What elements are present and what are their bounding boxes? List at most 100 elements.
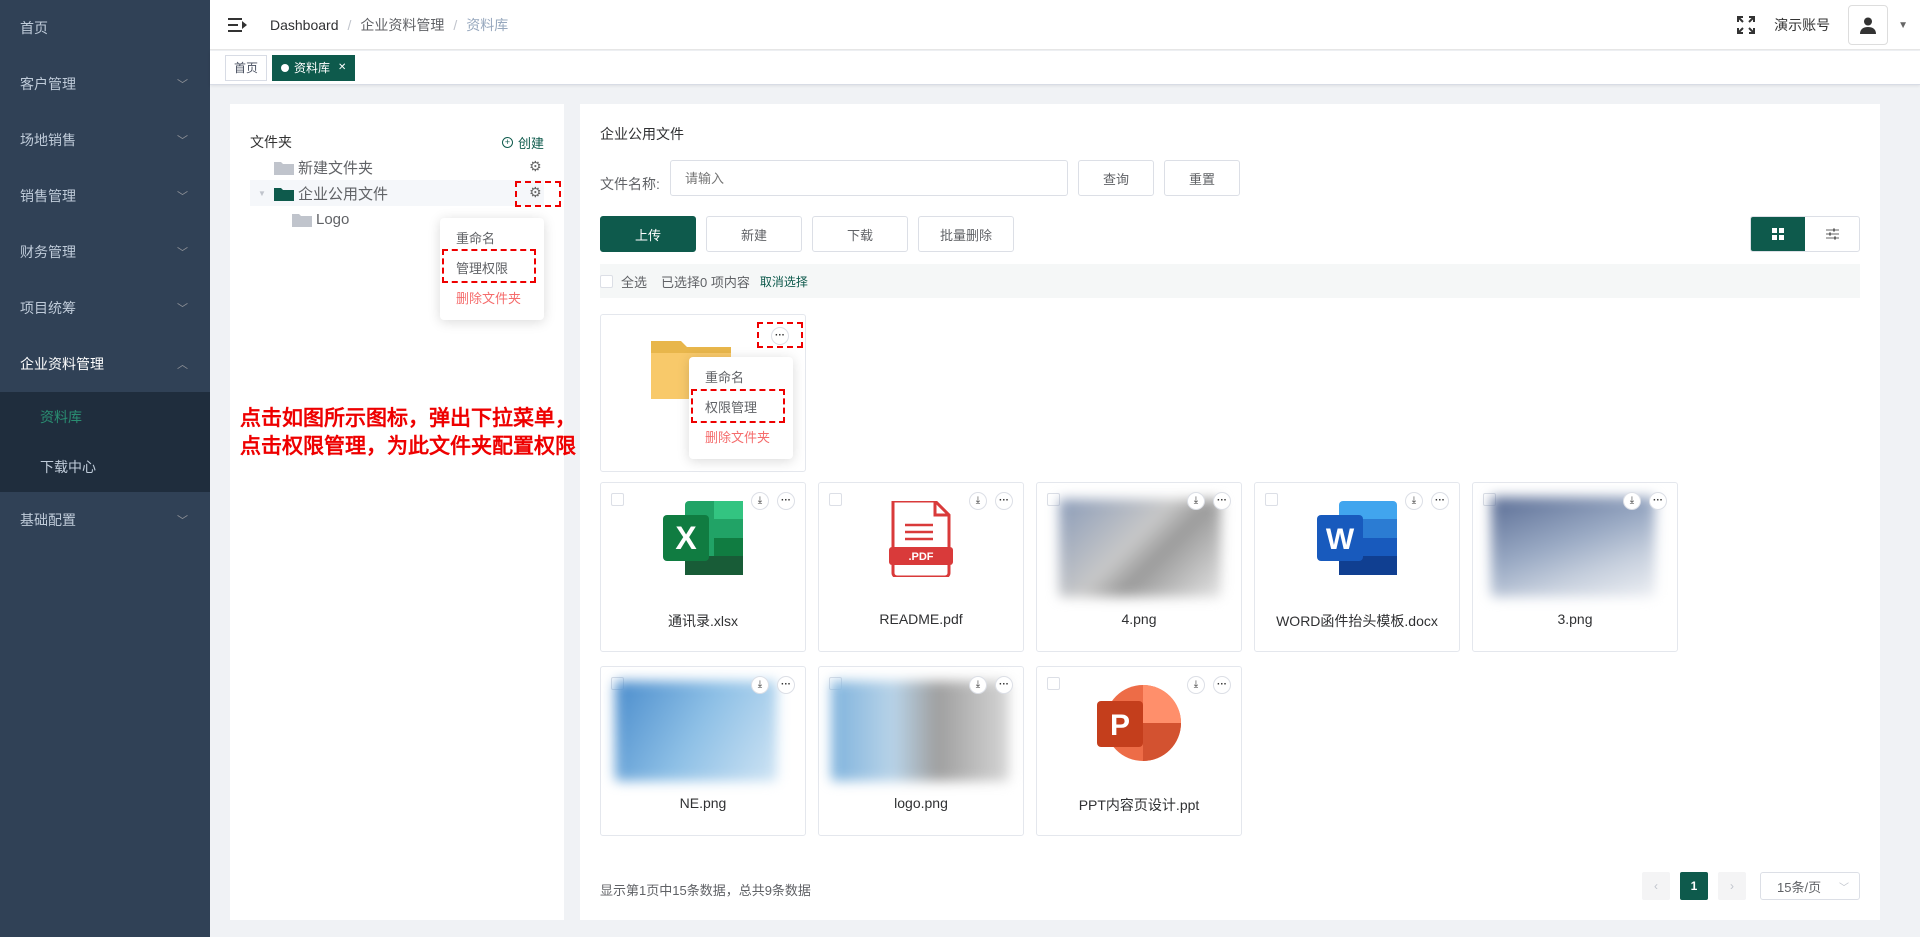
file-checkbox[interactable] xyxy=(611,493,624,506)
more-icon[interactable]: ··· xyxy=(995,492,1013,510)
search-input[interactable] xyxy=(670,160,1068,196)
page-size-select[interactable]: 15条/页 ﹀ xyxy=(1760,872,1860,900)
chevron-down-icon: ﹀ xyxy=(177,135,188,147)
file-card[interactable]: ⤓ ··· X 通讯录.xlsx xyxy=(600,482,806,652)
svg-text:P: P xyxy=(1110,709,1130,742)
cancel-selection-link[interactable]: 取消选择 xyxy=(760,273,808,290)
image-thumbnail xyxy=(831,681,1009,781)
sidebar-item-projects[interactable]: 项目统筹 ﹀ xyxy=(0,280,210,336)
query-button[interactable]: 查询 xyxy=(1078,160,1154,196)
more-icon[interactable]: ··· xyxy=(995,676,1013,694)
file-card[interactable]: ⤓ ··· 3.png xyxy=(1472,482,1678,652)
more-icon[interactable]: ··· xyxy=(1431,492,1449,510)
menu-item-delete-folder[interactable]: 删除文件夹 xyxy=(440,284,544,314)
pagination-info: 显示第1页中15条数据，总共9条数据 xyxy=(600,883,811,898)
close-icon[interactable]: ✕ xyxy=(338,62,346,73)
select-all-checkbox[interactable] xyxy=(600,274,613,288)
download-icon[interactable]: ⤓ xyxy=(1187,676,1205,694)
file-card[interactable]: ⤓ ··· 4.png xyxy=(1036,482,1242,652)
pdf-icon: .PDF xyxy=(889,501,953,577)
hamburger-icon[interactable] xyxy=(228,17,250,33)
batch-delete-button[interactable]: 批量删除 xyxy=(918,216,1014,252)
grid-view-button[interactable] xyxy=(1751,217,1805,251)
sidebar-subitem-library[interactable]: 资料库 xyxy=(0,392,210,442)
page-number[interactable]: 1 xyxy=(1680,872,1708,900)
download-icon[interactable]: ⤓ xyxy=(969,676,987,694)
file-card[interactable]: ⤓ ··· logo.png xyxy=(818,666,1024,836)
upload-button[interactable]: 上传 xyxy=(600,216,696,252)
sidebar-item-home[interactable]: 首页 xyxy=(0,0,210,56)
sidebar-subitem-download-center[interactable]: 下载中心 xyxy=(0,442,210,492)
sidebar-item-venue-sales[interactable]: 场地销售 ﹀ xyxy=(0,112,210,168)
view-toggle xyxy=(1750,216,1860,252)
tree-node-new-folder[interactable]: 新建文件夹 xyxy=(274,154,373,180)
tree-node-company-files[interactable]: ▼ 企业公用文件 xyxy=(250,180,544,206)
folder-card[interactable]: ··· 重命名 权限管理 删除文件夹 xyxy=(600,314,806,472)
avatar[interactable] xyxy=(1848,5,1889,45)
new-button[interactable]: 新建 xyxy=(706,216,802,252)
sidebar-item-enterprise-docs[interactable]: 企业资料管理 ︿ xyxy=(0,336,210,392)
file-card[interactable]: ⤓ ··· .PDF README.pdf xyxy=(818,482,1024,652)
prev-page-button[interactable]: ‹ xyxy=(1642,872,1670,900)
download-icon[interactable]: ⤓ xyxy=(1187,492,1205,510)
more-icon[interactable]: ··· xyxy=(1213,676,1231,694)
more-icon[interactable]: ··· xyxy=(777,492,795,510)
image-thumbnail xyxy=(1491,497,1655,597)
tree-node-label: 企业公用文件 xyxy=(298,185,389,203)
more-icon[interactable]: ··· xyxy=(1649,492,1667,510)
sidebar-item-basic-config[interactable]: 基础配置 ﹀ xyxy=(0,492,210,548)
file-checkbox[interactable] xyxy=(829,493,842,506)
select-all-label[interactable]: 全选 xyxy=(621,272,647,291)
tag-library[interactable]: 资料库 ✕ xyxy=(272,54,356,81)
sidebar-item-finance[interactable]: 财务管理 ﹀ xyxy=(0,224,210,280)
sidebar-item-customers[interactable]: 客户管理 ﹀ xyxy=(0,56,210,112)
file-card[interactable]: ⤓ ··· P PPT内容页设计.ppt xyxy=(1036,666,1242,836)
plus-circle-icon: + xyxy=(501,136,513,148)
download-icon[interactable]: ⤓ xyxy=(1405,492,1423,510)
create-folder-button[interactable]: + 创建 xyxy=(501,132,544,152)
tree-node-logo[interactable]: Logo xyxy=(292,206,349,232)
caret-down-icon[interactable]: ▼ xyxy=(258,189,266,198)
file-name: 通讯录.xlsx xyxy=(668,613,738,629)
next-page-button[interactable]: › xyxy=(1718,872,1746,900)
folder-panel-header: 文件夹 + 创建 xyxy=(250,132,544,152)
download-icon[interactable]: ⤓ xyxy=(969,492,987,510)
highlight-box xyxy=(442,249,536,283)
sidebar-item-sales[interactable]: 销售管理 ﹀ xyxy=(0,168,210,224)
reset-button[interactable]: 重置 xyxy=(1164,160,1240,196)
chevron-up-icon: ︿ xyxy=(177,359,188,371)
file-checkbox[interactable] xyxy=(1265,493,1278,506)
page-size-value: 15条/页 xyxy=(1777,879,1822,895)
file-checkbox[interactable] xyxy=(1047,677,1060,690)
folder-icon xyxy=(292,213,312,227)
gear-icon[interactable]: ⚙ xyxy=(529,158,542,175)
more-icon[interactable]: ··· xyxy=(771,327,789,345)
word-icon: W xyxy=(1317,501,1397,575)
more-icon[interactable]: ··· xyxy=(1213,492,1231,510)
grid-icon xyxy=(1772,228,1784,240)
sidebar-item-label: 首页 xyxy=(20,20,48,36)
file-name: NE.png xyxy=(679,795,727,811)
sidebar-item-label: 财务管理 xyxy=(20,244,76,260)
fullscreen-icon[interactable] xyxy=(1736,15,1756,35)
file-card[interactable]: ⤓ ··· NE.png xyxy=(600,666,806,836)
tag-home[interactable]: 首页 xyxy=(225,54,268,81)
download-icon[interactable]: ⤓ xyxy=(1623,492,1641,510)
breadcrumb-item[interactable]: Dashboard xyxy=(270,17,339,33)
sidebar-item-label: 场地销售 xyxy=(20,132,76,148)
breadcrumb: Dashboard / 企业资料管理 / 资料库 xyxy=(270,15,508,35)
image-thumbnail xyxy=(615,681,777,781)
folder-panel-title: 文件夹 xyxy=(250,134,292,150)
download-icon[interactable]: ⤓ xyxy=(751,676,769,694)
download-icon[interactable]: ⤓ xyxy=(751,492,769,510)
active-dot-icon xyxy=(281,63,290,72)
caret-down-icon[interactable]: ▼ xyxy=(1898,20,1908,31)
file-card[interactable]: ⤓ ··· W WORD函件抬头模板.docx xyxy=(1254,482,1460,652)
list-view-button[interactable] xyxy=(1805,217,1859,251)
download-button[interactable]: 下载 xyxy=(812,216,908,252)
powerpoint-icon: P xyxy=(1097,685,1181,761)
sidebar: 首页 客户管理 ﹀ 场地销售 ﹀ 销售管理 ﹀ 财务管理 ﹀ 项目统筹 ﹀ 企业资料管理 ︿… xyxy=(0,0,210,937)
user-name[interactable]: 演示账号 xyxy=(1774,15,1830,35)
more-icon[interactable]: ··· xyxy=(777,676,795,694)
menu-item-delete-folder[interactable]: 删除文件夹 xyxy=(689,423,793,453)
